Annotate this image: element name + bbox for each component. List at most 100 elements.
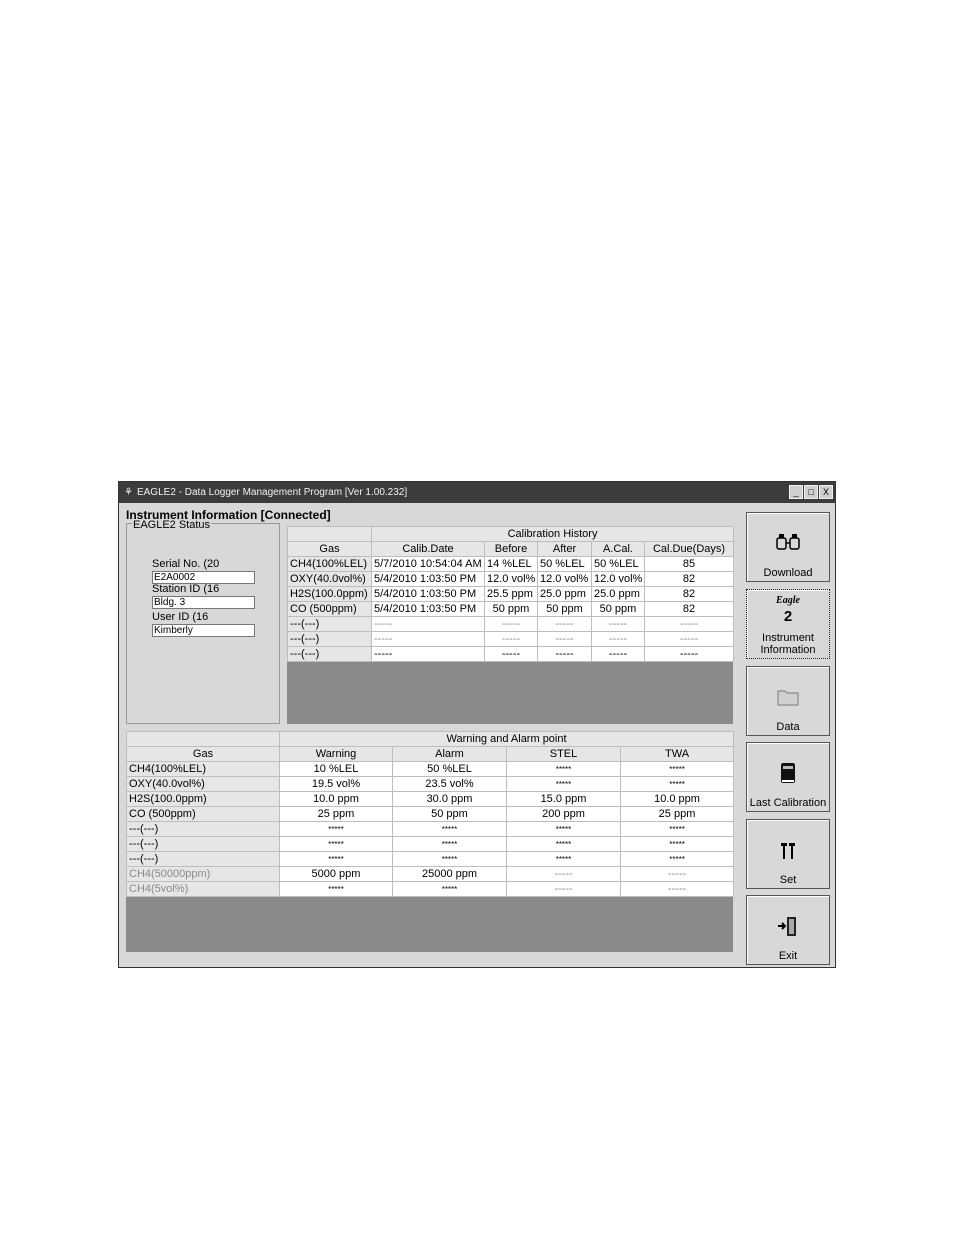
table-cell: 200 ppm: [506, 806, 621, 822]
table-cell: -----: [591, 646, 645, 662]
column-header: TWA: [619, 746, 735, 762]
maximize-button[interactable]: □: [804, 485, 818, 499]
table-cell: 12.0 vol%: [537, 571, 592, 587]
close-button[interactable]: X: [819, 485, 833, 499]
column-header: Gas: [126, 746, 280, 762]
column-header: Alarm: [392, 746, 507, 762]
table-cell: 12.0 vol%: [484, 571, 538, 587]
table-cell: *****: [619, 851, 735, 867]
instrument-information-button[interactable]: Eagle 2 Instrument Information: [746, 589, 830, 659]
row-header: CH4(5vol%): [126, 881, 280, 897]
row-header: ---(---): [126, 821, 280, 837]
table-cell: 82: [643, 586, 735, 602]
user-field: Kimberly: [152, 624, 255, 637]
table-cell: -----: [537, 616, 592, 632]
alarm-table: Warning and Alarm point Gas Warning Alar…: [126, 731, 735, 897]
last-calibration-button[interactable]: Last Calibration: [746, 742, 830, 812]
data-label: Data: [776, 721, 800, 733]
table-cell: 82: [643, 601, 735, 617]
table-row[interactable]: ---(---) ----- ----- ----- ----- -----: [287, 631, 735, 647]
table-cell: -----: [643, 646, 735, 662]
table-cell: *****: [619, 836, 735, 852]
table-row[interactable]: ---(---) ----- ----- ----- ----- -----: [287, 646, 735, 662]
table-cell: 50 ppm: [484, 601, 538, 617]
table-row[interactable]: CH4(100%LEL) 10 %LEL 50 %LEL ***** *****: [126, 761, 735, 777]
table-cell: 25 ppm: [279, 806, 393, 822]
table-cell: 10.0 ppm: [279, 791, 393, 807]
eagle-logo: Eagle: [776, 595, 800, 606]
table-cell: *****: [619, 821, 735, 837]
row-header: CH4(100%LEL): [287, 556, 372, 572]
table-row[interactable]: CO (500ppm) 25 ppm 50 ppm 200 ppm 25 ppm: [126, 806, 735, 822]
table-cell: 25.0 ppm: [591, 586, 645, 602]
column-header: Gas: [287, 541, 372, 557]
table-cell: 10 %LEL: [279, 761, 393, 777]
download-icon: [747, 531, 829, 559]
instrument-label-line2: Information: [760, 644, 816, 656]
table-row[interactable]: H2S(100.0ppm) 10.0 ppm 30.0 ppm 15.0 ppm…: [126, 791, 735, 807]
row-header: OXY(40.0vol%): [287, 571, 372, 587]
table-cell: -----: [619, 881, 735, 897]
table-cell: *****: [506, 761, 621, 777]
table-cell: *****: [392, 851, 507, 867]
table-row[interactable]: H2S(100.0ppm) 5/4/2010 1:03:50 PM 25.5 p…: [287, 586, 735, 602]
minimize-button[interactable]: _: [789, 485, 803, 499]
row-header: CO (500ppm): [287, 601, 372, 617]
exit-button[interactable]: Exit: [746, 895, 830, 965]
table-cell: *****: [506, 851, 621, 867]
table-cell: 50 ppm: [591, 601, 645, 617]
table-cell: -----: [537, 646, 592, 662]
data-button[interactable]: Data: [746, 666, 830, 736]
table-cell: *****: [506, 776, 621, 792]
table-cell: -----: [484, 646, 538, 662]
set-button[interactable]: Set: [746, 819, 830, 889]
table-row[interactable]: CH4(50000ppm) 5000 ppm 25000 ppm ----- -…: [126, 866, 735, 882]
row-header: ---(---): [287, 631, 372, 647]
set-label: Set: [779, 874, 797, 886]
station-field: Bldg. 3: [152, 596, 255, 609]
header-blank: [126, 731, 280, 747]
column-header: Cal.Due(Days): [643, 541, 735, 557]
table-cell: -----: [643, 631, 735, 647]
table-row[interactable]: ---(---) ***** ***** ***** *****: [126, 851, 735, 867]
calibration-history-panel: Calibration History Gas Calib.Date Befor…: [287, 526, 735, 724]
row-header: ---(---): [126, 836, 280, 852]
table-row[interactable]: ---(---) ----- ----- ----- ----- -----: [287, 616, 735, 632]
table-cell: *****: [279, 821, 393, 837]
table-cell: 30.0 ppm: [392, 791, 507, 807]
table-cell: *****: [392, 836, 507, 852]
warning-alarm-panel: Warning and Alarm point Gas Warning Alar…: [126, 731, 735, 952]
table-cell: -----: [371, 631, 485, 647]
app-window: ⚘ EAGLE2 - Data Logger Management Progra…: [118, 481, 836, 968]
row-header: ---(---): [287, 616, 372, 632]
table-cell: 5/4/2010 1:03:50 PM: [371, 571, 485, 587]
table-cell: -----: [371, 646, 485, 662]
column-header: A.Cal.: [591, 541, 645, 557]
table-row[interactable]: ---(---) ***** ***** ***** *****: [126, 821, 735, 837]
user-label: User ID (16: [152, 611, 254, 625]
table-row[interactable]: CO (500ppm) 5/4/2010 1:03:50 PM 50 ppm 5…: [287, 601, 735, 617]
table-row[interactable]: ---(---) ***** ***** ***** *****: [126, 836, 735, 852]
table-row[interactable]: OXY(40.0vol%) 5/4/2010 1:03:50 PM 12.0 v…: [287, 571, 735, 587]
alarm-group-header: Warning and Alarm point: [278, 731, 735, 747]
folder-icon: [747, 685, 829, 713]
table-cell: 50 ppm: [537, 601, 592, 617]
table-cell: -----: [537, 631, 592, 647]
table-cell: 82: [643, 571, 735, 587]
table-cell: -----: [619, 866, 735, 882]
eagle-logo-number: 2: [783, 608, 793, 625]
table-row[interactable]: CH4(100%LEL) 5/7/2010 10:54:04 AM 14 %LE…: [287, 556, 735, 572]
table-cell: *****: [506, 821, 621, 837]
row-header: OXY(40.0vol%): [126, 776, 280, 792]
table-cell: *****: [279, 851, 393, 867]
download-button[interactable]: Download: [746, 512, 830, 582]
table-row[interactable]: CH4(5vol%) ***** ***** ----- -----: [126, 881, 735, 897]
table-cell: -----: [371, 616, 485, 632]
title-bar[interactable]: ⚘ EAGLE2 - Data Logger Management Progra…: [119, 482, 835, 503]
table-row[interactable]: OXY(40.0vol%) 19.5 vol% 23.5 vol% ***** …: [126, 776, 735, 792]
table-cell: 12.0 vol%: [591, 571, 645, 587]
row-header: CH4(50000ppm): [126, 866, 280, 882]
table-cell: *****: [279, 836, 393, 852]
download-label: Download: [763, 567, 813, 579]
table-cell: *****: [619, 761, 735, 777]
